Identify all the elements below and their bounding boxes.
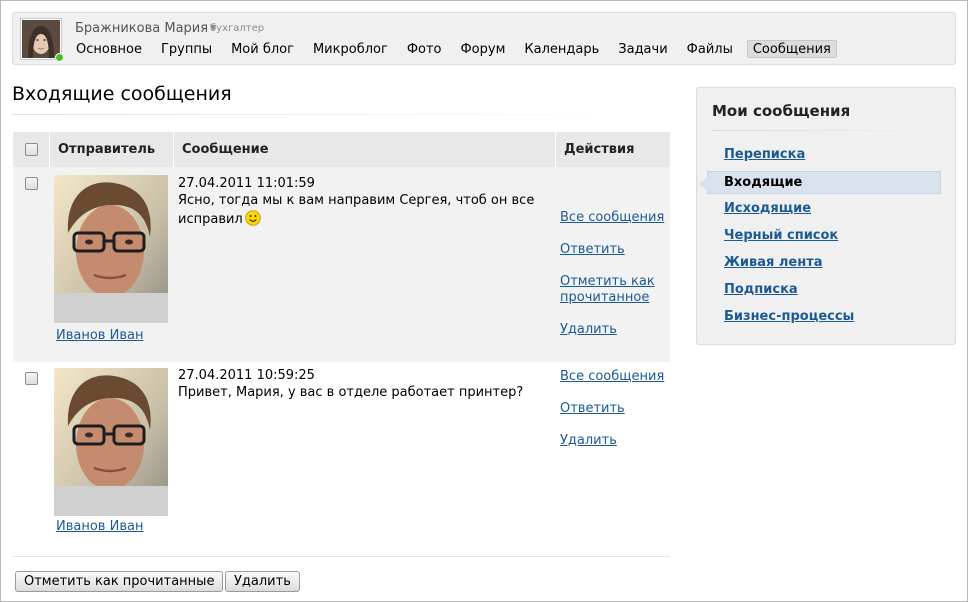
column-divider (49, 132, 50, 167)
table-header: Отправитель Сообщение Действия (13, 132, 670, 167)
nav-item-messages[interactable]: Сообщения (746, 40, 837, 58)
row-checkbox[interactable] (25, 177, 38, 190)
nav-item-forum[interactable]: Форум (455, 40, 510, 58)
sidebar-item-subscription[interactable]: Подписка (724, 282, 798, 297)
all-messages-link[interactable]: Все сообщения (560, 210, 664, 226)
nav-item-calendar[interactable]: Календарь (519, 40, 604, 58)
select-all-checkbox[interactable] (25, 143, 38, 156)
sidebar-item-inbox[interactable]: Входящие (699, 171, 941, 194)
nav-item-blog[interactable]: Мой блог (226, 40, 299, 58)
messages-sidebar: Мои сообщения Переписка Входящие Исходящ… (696, 87, 956, 345)
column-header-sender: Отправитель (58, 142, 156, 157)
nav-item-microblog[interactable]: Микроблог (308, 40, 393, 58)
delete-button[interactable]: Удалить (225, 571, 300, 592)
smiley-icon (244, 210, 261, 232)
user-name[interactable]: Бражникова Мария ▼ (75, 21, 216, 36)
delete-link[interactable]: Удалить (560, 322, 617, 338)
nav-item-tasks[interactable]: Задачи (613, 40, 672, 58)
row-checkbox[interactable] (25, 372, 38, 385)
sidebar-title: Мои сообщения (712, 102, 851, 120)
column-divider (555, 132, 556, 167)
nav-item-photo[interactable]: Фото (402, 40, 447, 58)
nav-item-files[interactable]: Файлы (682, 40, 738, 58)
column-header-message: Сообщение (182, 142, 269, 157)
message-text: Привет, Мария, у вас в отделе работает п… (178, 385, 524, 400)
profile-bar: Бражникова Мария ▼ бухгалтер Основное Гру… (12, 12, 956, 65)
message-date: 27.04.2011 10:59:25 (178, 368, 315, 383)
active-indicator-arrow (699, 176, 708, 192)
main-nav: Основное Группы Мой блог Микроблог Фото … (71, 40, 846, 58)
nav-item-groups[interactable]: Группы (156, 40, 217, 58)
sender-photo[interactable] (54, 368, 168, 516)
mark-read-link[interactable]: Отметить как прочитанное (560, 274, 660, 306)
messages-table: Отправитель Сообщение Действия Иванов Ив… (13, 132, 670, 557)
title-divider (12, 114, 648, 115)
sidebar-divider (712, 130, 940, 131)
column-header-actions: Действия (564, 142, 635, 157)
avatar-image (22, 20, 60, 58)
sidebar-item-blacklist[interactable]: Черный список (724, 228, 838, 243)
column-divider (173, 132, 174, 167)
message-date: 27.04.2011 11:01:59 (178, 176, 315, 191)
sidebar-item-correspondence[interactable]: Переписка (724, 147, 805, 162)
reply-link[interactable]: Ответить (560, 401, 625, 417)
table-row: Иванов Иван 27.04.2011 10:59:25 Привет, … (13, 362, 670, 557)
sidebar-item-live-feed[interactable]: Живая лента (724, 255, 823, 270)
sidebar-item-business-processes[interactable]: Бизнес-процессы (724, 309, 854, 324)
sidebar-item-outbox[interactable]: Исходящие (724, 201, 811, 216)
sender-link[interactable]: Иванов Иван (56, 328, 143, 343)
user-role: бухгалтер (210, 23, 265, 34)
reply-link[interactable]: Ответить (560, 242, 625, 258)
user-name-label: Бражникова Мария (75, 21, 209, 36)
message-text-content: Ясно, тогда мы к вам направим Сергея, чт… (178, 193, 535, 227)
delete-link[interactable]: Удалить (560, 433, 617, 449)
mark-all-read-button[interactable]: Отметить как прочитанные (15, 571, 224, 592)
sender-photo[interactable] (54, 175, 168, 323)
nav-item-main[interactable]: Основное (71, 40, 147, 58)
message-text: Ясно, тогда мы к вам направим Сергея, чт… (178, 192, 553, 232)
online-status-icon (55, 53, 64, 62)
sidebar-item-label: Входящие (724, 175, 803, 190)
sender-link[interactable]: Иванов Иван (56, 519, 143, 534)
table-row: Иванов Иван 27.04.2011 11:01:59 Ясно, то… (13, 167, 670, 362)
page-title: Входящие сообщения (12, 83, 232, 105)
avatar[interactable] (20, 18, 64, 62)
all-messages-link[interactable]: Все сообщения (560, 369, 664, 385)
